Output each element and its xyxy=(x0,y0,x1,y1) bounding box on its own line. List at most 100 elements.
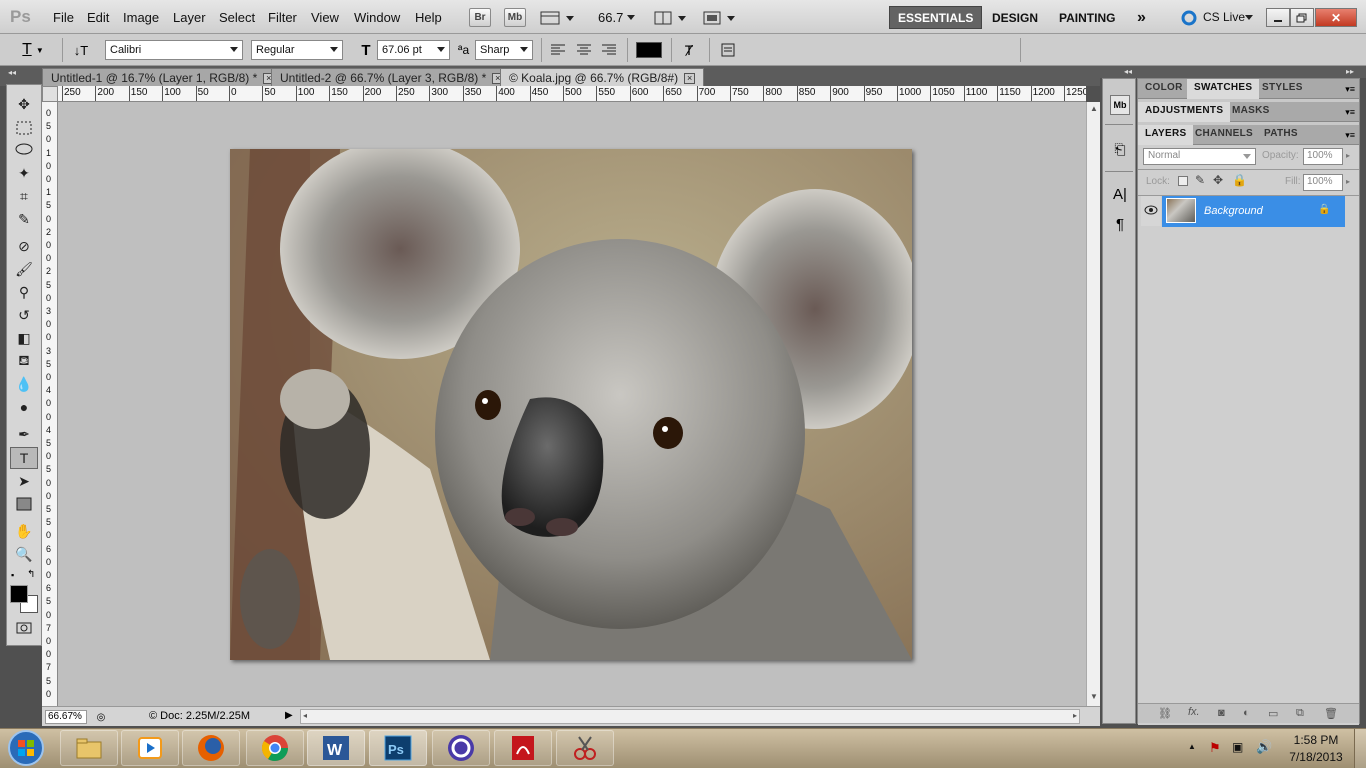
fill-field[interactable]: 100% xyxy=(1303,174,1343,191)
status-settings-icon[interactable]: ◎ xyxy=(94,710,108,724)
anti-alias-select[interactable]: Sharp xyxy=(475,40,533,60)
workspace-design[interactable]: DESIGN xyxy=(984,6,1046,29)
brush-tool-icon[interactable]: 🖌 xyxy=(10,258,38,280)
tab-adjustments[interactable]: ADJUSTMENTS xyxy=(1138,102,1231,122)
mini-bridge-icon[interactable]: Mb xyxy=(1110,95,1130,115)
character-panel-icon[interactable] xyxy=(719,41,737,59)
menu-filter[interactable]: Filter xyxy=(268,10,297,25)
menu-window[interactable]: Window xyxy=(354,10,400,25)
scroll-down-icon[interactable]: ▼ xyxy=(1090,692,1098,701)
dodge-tool-icon[interactable]: ● xyxy=(10,396,38,418)
blend-mode-select[interactable]: Normal xyxy=(1143,148,1256,165)
close-tab-icon[interactable]: × xyxy=(684,73,696,85)
taskbar-acrobat-icon[interactable] xyxy=(494,730,552,766)
align-right-icon[interactable] xyxy=(600,41,618,59)
network-icon[interactable]: ▣ xyxy=(1232,740,1243,754)
align-left-icon[interactable] xyxy=(549,41,567,59)
opacity-field[interactable]: 100% xyxy=(1303,148,1343,165)
lasso-tool-icon[interactable] xyxy=(10,139,38,161)
text-color-swatch[interactable] xyxy=(636,42,662,58)
lock-transparent-icon[interactable] xyxy=(1178,176,1188,186)
layer-background[interactable]: Background 🔒 xyxy=(1162,196,1345,227)
tool-preset-icon[interactable]: T̲ ▼ xyxy=(18,39,48,61)
lock-all-icon[interactable]: 🔒 xyxy=(1232,173,1247,187)
taskbar-chrome-icon[interactable] xyxy=(246,730,304,766)
view-extras-icon[interactable] xyxy=(540,9,576,27)
tab-layers[interactable]: LAYERS xyxy=(1138,125,1194,145)
fill-arrow-icon[interactable]: ▸ xyxy=(1346,177,1350,186)
eyedropper-tool-icon[interactable]: ✎ xyxy=(10,208,38,230)
font-size-field[interactable]: 67.06 pt xyxy=(377,40,450,60)
taskbar-snipping-tool-icon[interactable] xyxy=(556,730,614,766)
clock-time[interactable]: 1:58 PM xyxy=(1288,733,1344,747)
minimize-icon[interactable] xyxy=(1266,8,1290,27)
warp-text-icon[interactable]: Ⱦ xyxy=(679,40,699,60)
crop-tool-icon[interactable]: ⌗ xyxy=(10,185,38,207)
paint-bucket-tool-icon[interactable]: ⛾ xyxy=(10,350,38,372)
shape-tool-icon[interactable] xyxy=(10,493,38,515)
collapse-iconstrip-icon[interactable]: ◂◂ xyxy=(1124,67,1132,76)
font-style-select[interactable]: Regular xyxy=(251,40,343,60)
clock-date[interactable]: 7/18/2013 xyxy=(1284,750,1348,764)
opacity-arrow-icon[interactable]: ▸ xyxy=(1346,151,1350,160)
layer-visibility-icon[interactable] xyxy=(1141,196,1161,226)
history-brush-tool-icon[interactable]: ↺ xyxy=(10,304,38,326)
scroll-left-icon[interactable]: ◂ xyxy=(303,711,307,720)
lock-position-icon[interactable]: ✥ xyxy=(1213,173,1223,187)
path-selection-tool-icon[interactable]: ➤ xyxy=(10,470,38,492)
action-center-icon[interactable]: ⚑ xyxy=(1209,740,1221,756)
type-tool-icon[interactable]: T xyxy=(10,447,38,469)
pen-tool-icon[interactable]: ✒ xyxy=(10,423,38,445)
new-layer-icon[interactable]: ⧉ xyxy=(1296,707,1304,720)
adjustment-layer-icon[interactable]: ◐ xyxy=(1243,707,1250,719)
tab-untitled-1[interactable]: Untitled-1 @ 16.7% (Layer 1, RGB/8) * × xyxy=(42,68,284,86)
tab-untitled-2[interactable]: Untitled-2 @ 66.7% (Layer 3, RGB/8) * × xyxy=(271,68,513,86)
quick-selection-tool-icon[interactable]: ✦ xyxy=(10,162,38,184)
taskbar-word-icon[interactable]: W xyxy=(307,730,365,766)
scroll-right-icon[interactable]: ▸ xyxy=(1073,711,1077,720)
zoom-tool-icon[interactable]: 🔍 xyxy=(10,543,38,565)
menu-image[interactable]: Image xyxy=(123,10,159,25)
close-icon[interactable]: ✕ xyxy=(1315,8,1357,27)
link-layers-icon[interactable]: ⛓ xyxy=(1158,707,1172,720)
clone-stamp-tool-icon[interactable]: ⚲ xyxy=(10,281,38,303)
font-family-select[interactable]: Calibri xyxy=(105,40,243,60)
tab-styles[interactable]: STYLES xyxy=(1255,79,1310,99)
character-icon[interactable]: A| xyxy=(1110,184,1130,204)
menu-file[interactable]: File xyxy=(53,10,74,25)
start-button[interactable] xyxy=(4,729,48,767)
align-center-icon[interactable] xyxy=(575,41,593,59)
blur-tool-icon[interactable]: 💧 xyxy=(10,373,38,395)
zoom-level[interactable]: 66.7 xyxy=(598,10,623,25)
delete-layer-icon[interactable]: 🗑 xyxy=(1324,707,1338,720)
taskbar-firefox-icon[interactable] xyxy=(182,730,240,766)
tab-color[interactable]: COLOR xyxy=(1138,79,1190,99)
status-menu-icon[interactable]: ▶ xyxy=(285,710,293,721)
quick-mask-icon[interactable] xyxy=(10,617,38,639)
scroll-up-icon[interactable]: ▲ xyxy=(1090,104,1098,113)
move-tool-icon[interactable]: ✥ xyxy=(10,93,38,115)
swap-colors-icon[interactable]: ↰ xyxy=(27,569,35,580)
text-orientation-icon[interactable]: ↓T xyxy=(72,40,90,60)
add-mask-icon[interactable]: ◙ xyxy=(1218,707,1225,719)
show-desktop-button[interactable] xyxy=(1354,729,1366,768)
taskbar-explorer-icon[interactable] xyxy=(60,730,118,766)
menu-view[interactable]: View xyxy=(311,10,339,25)
zoom-dropdown-icon[interactable] xyxy=(627,15,635,20)
menu-help[interactable]: Help xyxy=(415,10,442,25)
healing-brush-tool-icon[interactable]: ⊘ xyxy=(10,235,38,257)
lock-pixels-icon[interactable]: ✎ xyxy=(1195,173,1205,187)
menu-layer[interactable]: Layer xyxy=(173,10,206,25)
tab-koala[interactable]: © Koala.jpg @ 66.7% (RGB/8#) × xyxy=(500,68,705,86)
collapse-panels-icon[interactable]: ▸▸ xyxy=(1346,67,1354,76)
restore-icon[interactable] xyxy=(1290,8,1314,27)
default-colors-icon[interactable]: ▪ xyxy=(11,570,14,580)
history-icon[interactable]: ⎗ xyxy=(1110,139,1130,159)
workspace-essentials[interactable]: ESSENTIALS xyxy=(889,6,983,29)
taskbar-media-player-icon[interactable] xyxy=(121,730,179,766)
taskbar-bittorrent-icon[interactable] xyxy=(432,730,490,766)
cs-live-icon[interactable] xyxy=(1180,9,1198,27)
marquee-tool-icon[interactable] xyxy=(10,117,38,139)
panel-menu-icon[interactable]: ▾≡ xyxy=(1345,107,1355,118)
taskbar-photoshop-icon[interactable]: Ps xyxy=(369,730,427,766)
